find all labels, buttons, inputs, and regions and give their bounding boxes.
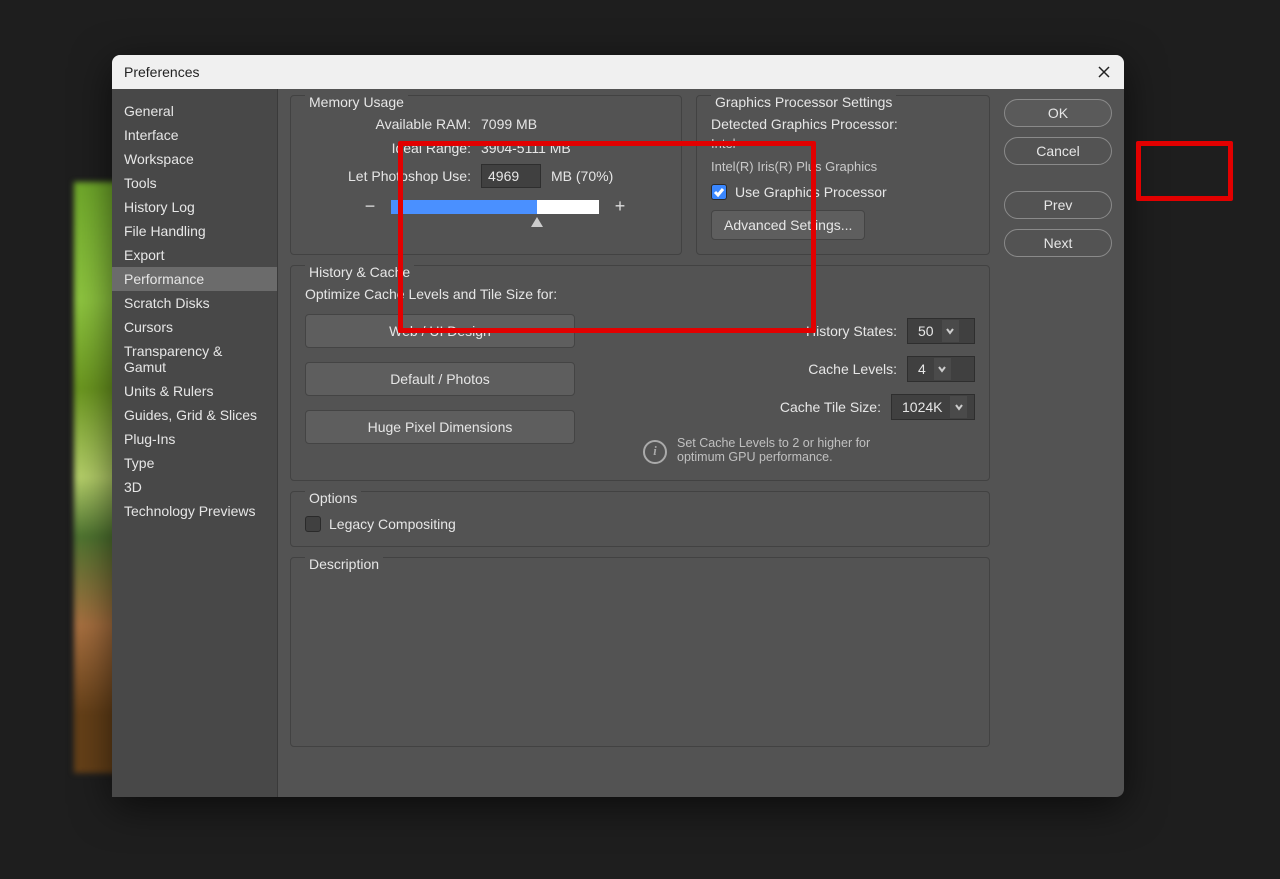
cache-levels-label: Cache Levels: [781,361,897,377]
sidebar-item-guides-grid-slices[interactable]: Guides, Grid & Slices [112,403,277,427]
use-gpu-checkbox-row[interactable]: Use Graphics Processor [711,184,975,200]
gpu-group: Graphics Processor Settings Detected Gra… [696,95,990,255]
top-row: Memory Usage Available RAM: 7099 MB Idea… [290,95,990,255]
checkmark-icon [713,186,725,198]
cache-tile-size-value: 1024K [902,399,942,415]
sidebar-item-workspace[interactable]: Workspace [112,147,277,171]
sidebar-item-interface[interactable]: Interface [112,123,277,147]
gpu-detected-line2: Intel(R) Iris(R) Plus Graphics [711,159,975,176]
memory-slider-thumb[interactable] [531,217,543,227]
legacy-compositing-row[interactable]: Legacy Compositing [305,516,975,532]
sidebar-item-plug-ins[interactable]: Plug-Ins [112,427,277,451]
use-gpu-label: Use Graphics Processor [735,184,887,200]
sidebar-item-type[interactable]: Type [112,451,277,475]
chevron-down-icon [942,320,959,342]
sidebar-item-technology-previews[interactable]: Technology Previews [112,499,277,523]
sidebar-item-file-handling[interactable]: File Handling [112,219,277,243]
description-title: Description [305,556,383,572]
preferences-dialog: Preferences GeneralInterfaceWorkspaceToo… [112,55,1124,797]
sidebar-item-3d[interactable]: 3D [112,475,277,499]
sidebar-item-performance[interactable]: Performance [112,267,277,291]
preset-web-ui-button[interactable]: Web / UI Design [305,314,575,348]
let-photoshop-use-label: Let Photoshop Use: [305,168,471,184]
memory-decrease-button[interactable]: − [361,196,379,217]
cache-tile-size-label: Cache Tile Size: [765,399,881,415]
optimize-label: Optimize Cache Levels and Tile Size for: [305,286,975,302]
memory-increase-button[interactable]: + [611,196,629,217]
sidebar-item-export[interactable]: Export [112,243,277,267]
content-column: Memory Usage Available RAM: 7099 MB Idea… [290,95,990,785]
legacy-compositing-checkbox[interactable] [305,516,321,532]
sidebar-item-history-log[interactable]: History Log [112,195,277,219]
description-group: Description [290,557,990,747]
memory-usage-group: Memory Usage Available RAM: 7099 MB Idea… [290,95,682,255]
history-states-value: 50 [918,323,934,339]
prev-button[interactable]: Prev [1004,191,1112,219]
sidebar-item-scratch-disks[interactable]: Scratch Disks [112,291,277,315]
use-gpu-checkbox[interactable] [711,184,727,200]
memory-usage-title: Memory Usage [305,94,408,110]
info-icon: i [643,440,667,464]
chevron-down-icon [934,358,951,380]
memory-slider-fill [391,200,537,214]
options-title: Options [305,490,361,506]
next-button[interactable]: Next [1004,229,1112,257]
titlebar: Preferences [112,55,1124,89]
gpu-detected-line1: Intel [711,136,975,153]
sidebar-item-tools[interactable]: Tools [112,171,277,195]
cache-levels-dropdown[interactable]: 4 [907,356,975,382]
close-button[interactable] [1096,64,1112,80]
ideal-range-value: 3904-5111 MB [481,140,571,156]
sidebar: GeneralInterfaceWorkspaceToolsHistory Lo… [112,89,278,797]
main-panel: Memory Usage Available RAM: 7099 MB Idea… [278,89,1124,797]
memory-amount-input[interactable] [481,164,541,188]
preset-huge-pixel-button[interactable]: Huge Pixel Dimensions [305,410,575,444]
history-cache-title: History & Cache [305,264,414,280]
ideal-range-label: Ideal Range: [305,140,471,156]
dialog-title: Preferences [124,64,199,80]
history-states-label: History States: [781,323,897,339]
sidebar-item-cursors[interactable]: Cursors [112,315,277,339]
sidebar-item-general[interactable]: General [112,99,277,123]
preset-default-photos-button[interactable]: Default / Photos [305,362,575,396]
dialog-buttons-column: OK Cancel Prev Next [1004,95,1112,785]
legacy-compositing-label: Legacy Compositing [329,516,456,532]
history-states-dropdown[interactable]: 50 [907,318,975,344]
ok-button[interactable]: OK [1004,99,1112,127]
options-group: Options Legacy Compositing [290,491,990,547]
history-cache-group: History & Cache Optimize Cache Levels an… [290,265,990,481]
cache-tile-size-dropdown[interactable]: 1024K [891,394,975,420]
advanced-settings-button[interactable]: Advanced Settings... [711,210,865,240]
cache-levels-value: 4 [918,361,926,377]
highlight-ok-box [1136,141,1233,201]
close-icon [1097,65,1111,79]
memory-slider[interactable] [391,200,599,214]
cache-hint-text: Set Cache Levels to 2 or higher for opti… [677,436,877,464]
gpu-title: Graphics Processor Settings [711,94,896,110]
gpu-detected-label: Detected Graphics Processor: [711,116,975,132]
memory-mb-percent: MB (70%) [551,168,613,184]
sidebar-item-transparency-gamut[interactable]: Transparency & Gamut [112,339,277,379]
dialog-body: GeneralInterfaceWorkspaceToolsHistory Lo… [112,89,1124,797]
chevron-down-icon [950,396,967,418]
sidebar-item-units-rulers[interactable]: Units & Rulers [112,379,277,403]
available-ram-value: 7099 MB [481,116,537,132]
cancel-button[interactable]: Cancel [1004,137,1112,165]
available-ram-label: Available RAM: [305,116,471,132]
